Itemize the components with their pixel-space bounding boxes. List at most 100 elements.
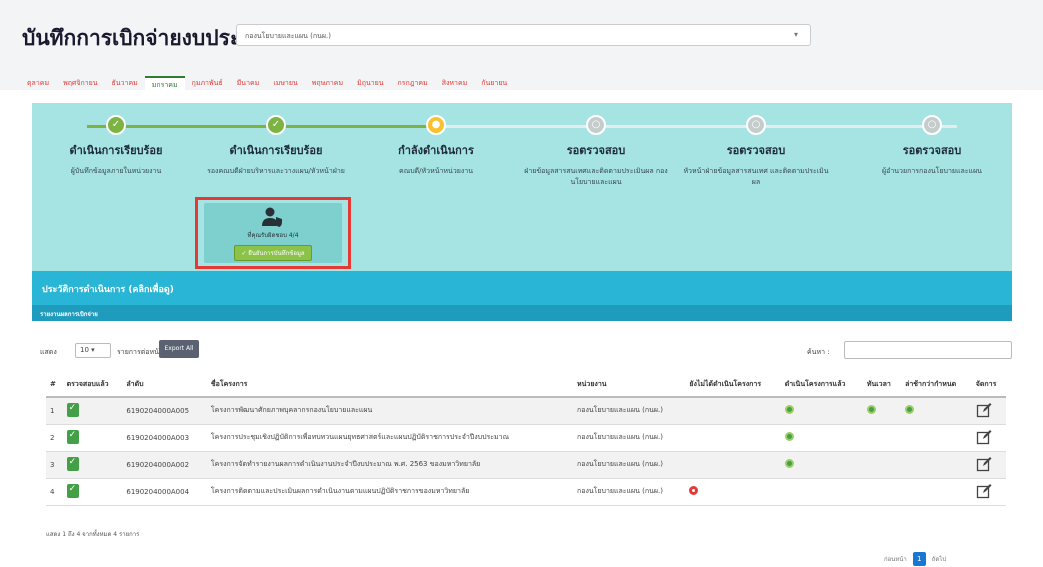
project-unit: กองนโยบายและแผน (กนผ.): [573, 478, 686, 506]
tab-month[interactable]: กรกฎาคม: [391, 76, 435, 90]
column-header[interactable]: ตรวจสอบแล้ว: [62, 372, 123, 398]
status-ok-icon: [784, 432, 794, 441]
table-body: 1 6190204000A005โครงการพัฒนาศักยภาพบุคลาก…: [46, 397, 1006, 506]
column-header[interactable]: ลำดับ: [122, 372, 207, 398]
edit-icon[interactable]: [976, 483, 992, 499]
column-header[interactable]: ทันเวลา: [862, 372, 902, 398]
project-name: โครงการติดตามและประเมินผลการดำเนินงานตาม…: [206, 478, 573, 506]
verified-cell: [62, 424, 123, 452]
on-time-cell: [862, 424, 902, 452]
tab-month[interactable]: ธันวาคม: [105, 76, 145, 90]
project-code: 6190204000A005: [122, 397, 207, 425]
step-description: รองคณบดีฝ่ายบริหารและวางแผน/หัวหน้าฝ่าย: [207, 167, 345, 175]
table-row: 1 6190204000A005โครงการพัฒนาศักยภาพบุคลาก…: [46, 397, 1006, 425]
pending-icon: ○: [922, 115, 942, 135]
table-header-row: # ตรวจสอบแล้ว ลำดับ ชื่อโครงการ หน่วยงาน ยังไ…: [46, 372, 1006, 398]
project-code: 6190204000A002: [122, 451, 207, 479]
in-progress-icon: ●: [426, 115, 446, 135]
column-header[interactable]: จัดการ: [971, 372, 1006, 398]
department-select-value: กองนโยบายและแผน (กนผ.): [245, 32, 331, 40]
status-not-started-icon: [689, 486, 699, 495]
pagination: ก่อนหน้า 1 ถัดไป: [884, 551, 946, 567]
tab-month[interactable]: สิงหาคม: [435, 76, 475, 90]
page-1-button[interactable]: 1: [912, 552, 926, 566]
step-3: ● กำลังดำเนินการคณบดี/หัวหน้าหน่วยงาน: [356, 115, 516, 177]
tab-month[interactable]: มกราคม: [144, 76, 185, 90]
step-2: ✓ ดำเนินการเรียบร้อย รองคณบดีฝ่ายบริหารและ…: [196, 115, 356, 177]
project-unit: กองนโยบายและแผน (กนผ.): [573, 451, 686, 479]
next-page-button[interactable]: ถัดไป: [932, 554, 946, 564]
started-cell: [780, 424, 863, 452]
export-all-button[interactable]: Export All: [159, 340, 199, 358]
not-started-cell: [685, 478, 781, 506]
tab-month[interactable]: กุมภาพันธ์: [185, 76, 230, 90]
tab-month[interactable]: พฤษภาคม: [305, 76, 350, 90]
column-header[interactable]: ชื่อโครงการ: [206, 372, 573, 398]
step-description: ฝ่ายข้อมูลสารสนเทศและติดตามประเมินผล กอง…: [524, 167, 668, 186]
tab-month[interactable]: มิถุนายน: [350, 76, 390, 90]
step-1: ✓ ดำเนินการเรียบร้อย ผู้บันทึกข้อมูลภายในห…: [36, 115, 196, 177]
verified-document-icon: [66, 402, 79, 417]
started-cell: [780, 397, 863, 425]
row-number: 2: [46, 424, 63, 452]
project-name: โครงการจัดทำรายงานผลการดำเนินงานประจำปีง…: [206, 451, 573, 479]
step-description: หัวหน้าฝ่ายข้อมูลสารสนเทศ และติดตามประเม…: [683, 167, 829, 186]
project-name: โครงการพัฒนาศักยภาพบุคลากรกองนโยบายและแผ…: [206, 397, 573, 425]
actions-cell[interactable]: [971, 424, 1006, 452]
step-description: คณบดี/หัวหน้าหน่วยงาน: [399, 167, 473, 175]
month-tabs: ตุลาคม พฤศจิกายน ธันวาคม มกราคม กุมภาพันธ์ มี…: [20, 76, 514, 90]
edit-icon[interactable]: [976, 456, 992, 472]
row-number: 4: [46, 478, 63, 506]
column-header[interactable]: ล่าช้ากว่ากำหนด: [901, 372, 972, 398]
page-length-select[interactable]: 10 ▾: [75, 343, 111, 358]
prev-page-button[interactable]: ก่อนหน้า: [884, 554, 907, 564]
edit-icon[interactable]: [976, 402, 992, 418]
on-time-cell: [862, 478, 902, 506]
verified-document-icon: [66, 483, 79, 498]
page-length-value: 10: [80, 346, 89, 354]
search-label: ค้นหา :: [807, 348, 830, 356]
confirm-button[interactable]: ✓ ยืนยันการบันทึกข้อมูล: [234, 245, 312, 261]
department-select[interactable]: กองนโยบายและแผน (กนผ.) ▾: [236, 24, 811, 46]
actions-cell[interactable]: [971, 397, 1006, 425]
verified-cell: [62, 478, 123, 506]
on-time-cell: [862, 397, 902, 425]
history-title: ประวัติการดำเนินการ (คลิกเพื่อดู): [42, 285, 174, 295]
column-header[interactable]: ดำเนินโครงการแล้ว: [780, 372, 863, 398]
pending-icon: ○: [586, 115, 606, 135]
tab-month[interactable]: พฤศจิกายน: [56, 76, 104, 90]
show-label: แสดง: [40, 348, 57, 356]
not-started-cell: [685, 451, 781, 479]
table-row: 3 6190204000A002โครงการจัดทำรายงานผลการดำ…: [46, 451, 1006, 479]
on-time-cell: [862, 451, 902, 479]
step-title: กำลังดำเนินการ: [398, 144, 474, 157]
delayed-cell: [901, 451, 972, 479]
actions-cell[interactable]: [971, 451, 1006, 479]
records-label: รายการต่อหน้า: [117, 348, 163, 356]
column-header[interactable]: หน่วยงาน: [573, 372, 686, 398]
step-title: รอตรวจสอบ: [726, 144, 786, 157]
tab-month[interactable]: มีนาคม: [230, 76, 267, 90]
verified-cell: [62, 451, 123, 479]
tab-month[interactable]: กันยายน: [474, 76, 514, 90]
row-number: 1: [46, 397, 63, 425]
tab-month[interactable]: ตุลาคม: [20, 76, 56, 90]
project-name: โครงการประชุมเชิงปฏิบัติการเพื่อทบทวนแผน…: [206, 424, 573, 452]
chevron-down-icon: ▾: [793, 30, 798, 39]
column-header[interactable]: ยังไม่ได้ดำเนินโครงการ: [685, 372, 781, 398]
current-action-card: ที่คุณรับผิดชอบ 4/4 ✓ ยืนยันการบันทึกข้อ…: [204, 203, 342, 263]
started-cell: [780, 478, 863, 506]
user-shield-icon: [262, 207, 282, 227]
column-header[interactable]: #: [46, 372, 63, 398]
history-header[interactable]: ประวัติการดำเนินการ (คลิกเพื่อดู): [32, 271, 1012, 305]
edit-icon[interactable]: [976, 429, 992, 445]
verified-document-icon: [66, 429, 79, 444]
actions-cell[interactable]: [971, 478, 1006, 506]
step-4: ○ รอตรวจสอบ ฝ่ายข้อมูลสารสนเทศและติดตามประ…: [516, 115, 676, 188]
tab-month[interactable]: เมษายน: [266, 76, 304, 90]
step-title: ดำเนินการเรียบร้อย: [229, 144, 323, 157]
verified-document-icon: [66, 456, 79, 471]
search-input[interactable]: [844, 341, 1012, 359]
step-6: ○ รอตรวจสอบ ผู้อำนวยการกองนโยบายและแผน: [852, 115, 1012, 177]
current-step-highlight: ที่คุณรับผิดชอบ 4/4 ✓ ยืนยันการบันทึกข้อ…: [195, 197, 351, 269]
